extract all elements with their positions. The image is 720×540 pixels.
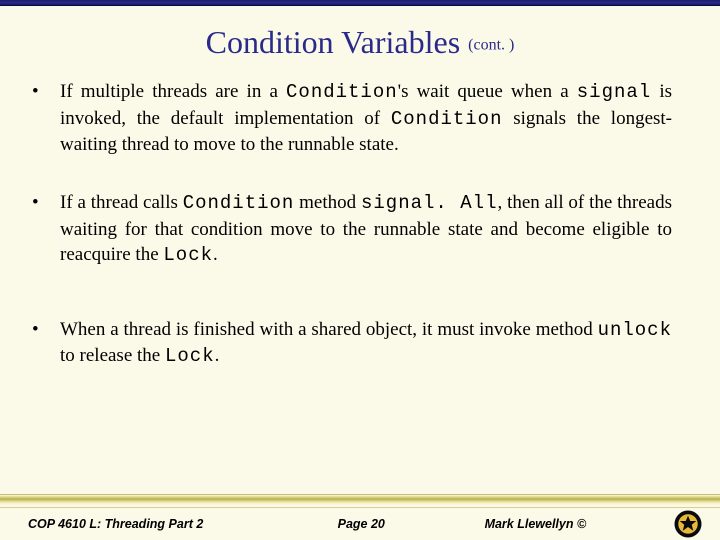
code-run: Condition <box>286 81 398 103</box>
text-run: If multiple threads are in a <box>60 81 286 102</box>
ucf-logo-icon <box>672 509 704 539</box>
text-run: If a thread calls <box>60 192 183 213</box>
footer-divider <box>0 494 720 508</box>
text-run: to release the <box>60 345 165 366</box>
text-run: . <box>213 244 218 265</box>
bullet-text: When a thread is finished with a shared … <box>60 317 672 370</box>
slide-body: • If multiple threads are in a Condition… <box>0 69 720 370</box>
footer-author: Mark Llewellyn © <box>445 517 672 531</box>
text-run: When a thread is finished with a shared … <box>60 319 598 340</box>
footer: COP 4610 L: Threading Part 2 Page 20 Mar… <box>0 494 720 540</box>
title-main: Condition Variables <box>206 24 461 60</box>
footer-page: Page 20 <box>278 517 445 531</box>
bullet-marker: • <box>32 190 60 269</box>
code-run: signal. All <box>361 192 498 214</box>
bullet-item: • If multiple threads are in a Condition… <box>32 79 672 158</box>
slide-title: Condition Variables (cont. ) <box>0 6 720 69</box>
code-run: Lock <box>163 244 213 266</box>
code-run: Lock <box>165 345 215 367</box>
bullet-item: • If a thread calls Condition method sig… <box>32 190 672 269</box>
bullet-marker: • <box>32 317 60 370</box>
code-run: unlock <box>598 319 672 341</box>
text-run: method <box>294 192 361 213</box>
code-run: signal <box>577 81 651 103</box>
footer-course: COP 4610 L: Threading Part 2 <box>28 517 278 531</box>
bullet-text: If a thread calls Condition method signa… <box>60 190 672 269</box>
text-run: . <box>215 345 220 366</box>
bullet-item: • When a thread is finished with a share… <box>32 317 672 370</box>
title-suffix: (cont. ) <box>468 37 514 54</box>
text-run: 's wait queue when a <box>398 81 577 102</box>
bullet-text: If multiple threads are in a Condition's… <box>60 79 672 158</box>
code-run: Condition <box>183 192 295 214</box>
footer-row: COP 4610 L: Threading Part 2 Page 20 Mar… <box>0 508 720 540</box>
code-run: Condition <box>391 108 503 130</box>
bullet-marker: • <box>32 79 60 158</box>
